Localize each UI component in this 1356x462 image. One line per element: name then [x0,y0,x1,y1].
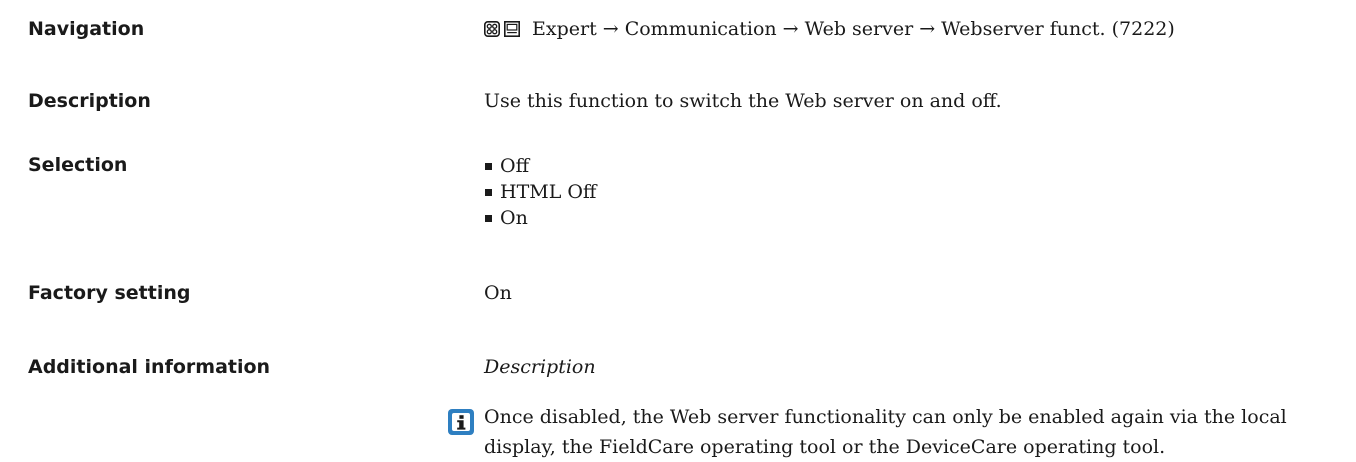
additional-information-subheading: Description [484,356,596,378]
factory-setting-value: On [484,282,512,304]
navigation-icons [484,21,520,37]
additional-information-label: Additional information [28,356,271,378]
selection-list: Off HTML Off On [484,153,596,231]
information-icon [448,409,474,435]
selection-option-html-off: HTML Off [484,179,596,205]
factory-setting-label: Factory setting [28,282,191,304]
selection-options: Off HTML Off On [484,153,596,231]
description-label: Description [28,90,151,112]
operating-tool-icon [504,21,520,37]
selection-option-off: Off [484,153,596,179]
selection-label: Selection [28,154,128,176]
navigation-label: Navigation [28,18,145,40]
description-text: Use this function to switch the Web serv… [484,90,1002,112]
info-note-text: Once disabled, the Web server functional… [484,406,1287,458]
display-operation-icon [484,21,500,37]
navigation-path: Expert → Communication → Web server → We… [532,18,1175,40]
selection-option-on: On [484,205,596,231]
navigation-path-container: Expert → Communication → Web server → We… [484,18,1175,40]
